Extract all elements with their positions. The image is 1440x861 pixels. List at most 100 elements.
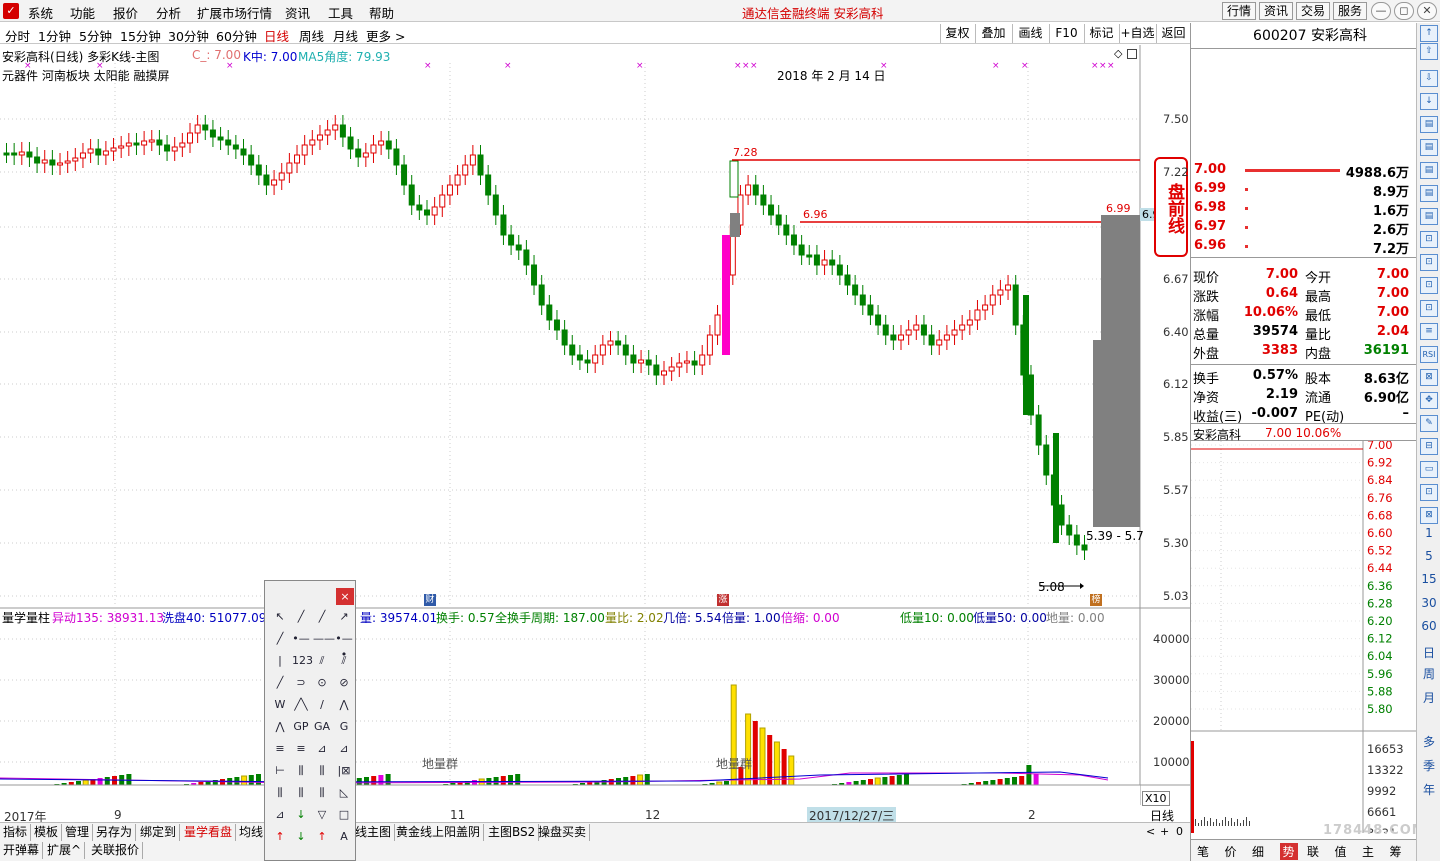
sidebar-tool-icon[interactable]: ⊟ [1420, 438, 1438, 455]
drawing-tool-icon[interactable]: ⊿ [313, 741, 331, 757]
sidebar-tool-icon[interactable]: ⊡ [1420, 254, 1438, 271]
period-monthly[interactable]: 月线 [333, 26, 358, 45]
sidebar-period-label[interactable]: 15 [1417, 572, 1440, 586]
sidebar-tool-icon[interactable]: ▤ [1420, 116, 1438, 133]
kline-chart-svg[interactable]: × × × × × × × × × × × × × × × [0, 45, 1190, 805]
drawing-tool-icon[interactable]: ◺ [335, 785, 353, 801]
sidebar-period-label[interactable]: 季 [1417, 757, 1440, 774]
finance-marker-icon[interactable]: 财 [424, 594, 436, 606]
restore-icon[interactable]: ◻ [1394, 2, 1414, 20]
sidebar-period-label[interactable]: 30 [1417, 596, 1440, 610]
zoom-out-icon[interactable]: 0 [1176, 825, 1183, 838]
period-15min[interactable]: 15分钟 [120, 26, 161, 45]
tab-danmaku[interactable]: 开弹幕 [0, 842, 44, 859]
period-weekly[interactable]: 周线 [299, 26, 324, 45]
right-tab[interactable]: 势 [1279, 843, 1298, 860]
trade-button[interactable]: 交易 [1296, 2, 1330, 20]
drawing-tool-icon[interactable]: ╱ [313, 609, 331, 625]
sidebar-period-label[interactable]: 1 [1417, 526, 1440, 540]
sidebar-period-label[interactable]: 年 [1417, 781, 1440, 798]
sidebar-tool-icon[interactable]: ✥ [1420, 392, 1438, 409]
drawing-tool-icon[interactable]: GA [313, 719, 331, 735]
tool-add-favorite[interactable]: +自选 [1119, 24, 1155, 43]
drawing-tool-icon[interactable]: A [335, 829, 353, 845]
sidebar-period-label[interactable]: 月 [1417, 689, 1440, 706]
sidebar-tool-icon[interactable]: ▤ [1420, 185, 1438, 202]
drawing-tool-icon[interactable]: ⫼ [292, 785, 310, 801]
drawing-tool-icon[interactable]: ⊃ [292, 675, 310, 691]
tab-liangxue[interactable]: 量学看盘 [181, 824, 237, 841]
menu-help[interactable]: 帮助 [369, 3, 394, 22]
drawing-tool-icon[interactable]: ⫼ [292, 763, 310, 779]
drawing-tool-icon[interactable]: ↓ [292, 829, 310, 845]
sidebar-tool-icon[interactable]: ⊡ [1420, 484, 1438, 501]
order-book-row[interactable]: 6.96 7.2万 [1193, 237, 1413, 257]
sidebar-tool-icon[interactable]: RSI [1420, 346, 1438, 363]
sidebar-tool-icon[interactable]: ⊠ [1420, 369, 1438, 386]
order-book-row[interactable]: 7.00 4988.6万 [1193, 161, 1413, 181]
tab-expand[interactable]: 扩展^ [44, 842, 86, 859]
sidebar-tool-icon[interactable]: ⊡ [1420, 277, 1438, 294]
right-tab[interactable]: 筹 [1390, 843, 1402, 860]
drawing-tool-icon[interactable]: | [271, 653, 289, 669]
tab-linked-quote[interactable]: 关联报价 [88, 842, 144, 859]
right-tab[interactable]: 笔 [1197, 843, 1209, 860]
sidebar-tool-icon[interactable]: ↑ [1420, 25, 1438, 42]
scroll-left-icon[interactable]: < [1146, 825, 1155, 838]
info-button[interactable]: 资讯 [1259, 2, 1293, 20]
menu-quote[interactable]: 报价 [113, 3, 138, 22]
sidebar-tool-icon[interactable]: ⇩ [1420, 70, 1438, 87]
sidebar-tool-icon[interactable]: ↓ [1420, 93, 1438, 110]
period-30min[interactable]: 30分钟 [168, 26, 209, 45]
sidebar-tool-icon[interactable]: ⊡ [1420, 231, 1438, 248]
drawing-tool-icon[interactable]: ⫼ [313, 785, 331, 801]
right-tab[interactable]: 价 [1225, 843, 1237, 860]
intraday-mini-chart[interactable]: 7.00 6.92 6.84 6.76 6.68 6.60 6.52 6.44 6.36 6.28… [1191, 441, 1417, 833]
tab-main-chart[interactable]: 线主图 [352, 824, 396, 841]
tab-main-bs2[interactable]: 主图BS2 [485, 824, 540, 841]
sidebar-tool-icon[interactable]: ≡ [1420, 323, 1438, 340]
tool-draw-line[interactable]: 画线 [1012, 24, 1048, 43]
period-daily[interactable]: 日线 [264, 26, 289, 45]
sidebar-tool-icon[interactable]: ⊠ [1420, 507, 1438, 524]
drawing-tool-icon[interactable]: ⋀ [271, 719, 289, 735]
drawing-tool-icon[interactable]: ≡ [292, 741, 310, 757]
tab-save-as[interactable]: 另存为 [93, 824, 137, 841]
drawing-tool-icon[interactable]: ⊙ [313, 675, 331, 691]
close-panel-icon[interactable]: × [336, 588, 354, 605]
drawing-tool-icon[interactable]: —— [313, 631, 335, 647]
drawing-tool-icon[interactable]: ⫼ [271, 785, 289, 801]
drawing-tool-icon[interactable]: ∕ [313, 697, 331, 713]
tool-f10[interactable]: F10 [1049, 24, 1083, 43]
drawing-tool-icon[interactable]: ▽ [313, 807, 331, 823]
tool-mark[interactable]: 标记 [1084, 24, 1118, 43]
drawing-tool-icon[interactable]: ╱╲ [292, 697, 310, 713]
drawing-tool-icon[interactable]: ↑ [271, 829, 289, 845]
close-icon[interactable]: ✕ [1417, 2, 1437, 20]
right-tab[interactable]: 值 [1335, 843, 1347, 860]
news-marker-icon[interactable]: 榜 [1090, 594, 1102, 606]
drawing-tool-icon[interactable]: ↖ [271, 609, 289, 625]
drawing-tool-icon[interactable]: ⫽ [335, 653, 353, 669]
sidebar-tool-icon[interactable]: ⊡ [1420, 300, 1438, 317]
diamond-icon[interactable]: ◇ [1114, 48, 1124, 59]
drawing-tool-icon[interactable]: GP [292, 719, 310, 735]
right-tab[interactable]: 主 [1362, 843, 1374, 860]
drawing-tool-icon[interactable]: G [335, 719, 353, 735]
drawing-tool-icon[interactable]: □ [335, 807, 353, 823]
sidebar-tool-icon[interactable]: ⇧ [1420, 43, 1438, 60]
drawing-tool-icon[interactable]: ⊿ [271, 807, 289, 823]
drawing-tool-icon[interactable]: ≡ [271, 741, 289, 757]
tab-moving-average[interactable]: 均线 [236, 824, 268, 841]
sidebar-period-label[interactable]: 周 [1417, 665, 1440, 682]
minimize-icon[interactable]: — [1371, 2, 1391, 20]
period-fenshi[interactable]: 分时 [5, 26, 30, 45]
order-book-row[interactable]: 6.97 2.6万 [1193, 218, 1413, 238]
limit-up-marker-icon[interactable]: 涨 [717, 594, 729, 606]
sidebar-period-label[interactable]: 多 [1417, 733, 1440, 750]
drawing-tool-icon[interactable]: •—• [335, 631, 353, 661]
sidebar-tool-icon[interactable]: ✎ [1420, 415, 1438, 432]
period-5min[interactable]: 5分钟 [79, 26, 112, 45]
tab-golden-line[interactable]: 黄金线上阳盖阴 [393, 824, 485, 841]
period-60min[interactable]: 60分钟 [216, 26, 257, 45]
